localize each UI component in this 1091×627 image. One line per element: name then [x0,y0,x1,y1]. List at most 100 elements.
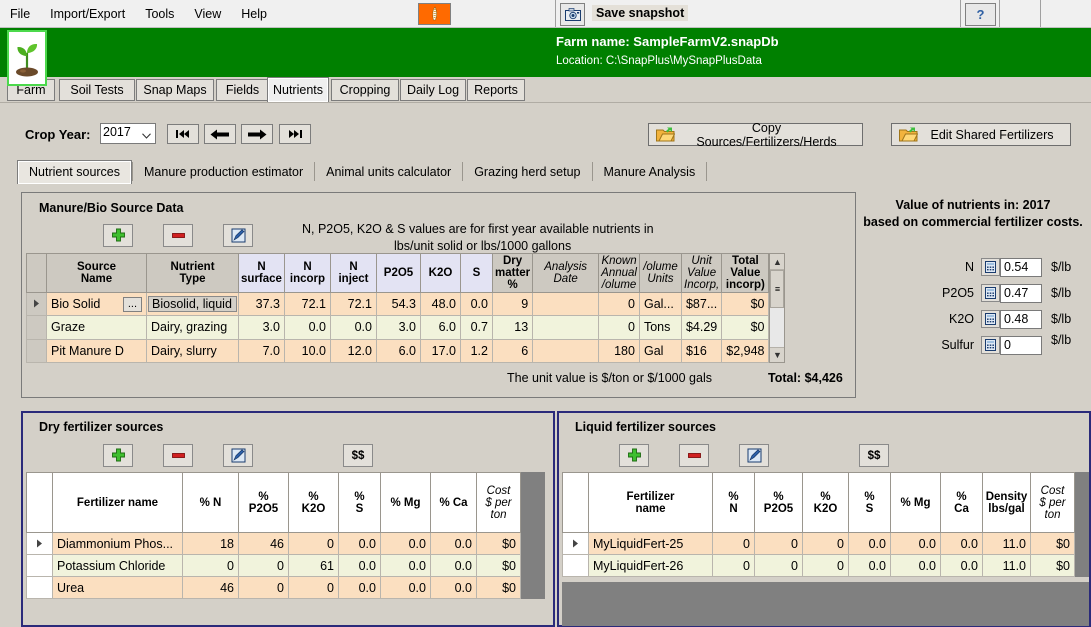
manure-col-nutrient-type[interactable]: Nutrient Type [146,253,239,293]
cell-mg[interactable]: 0.0 [890,532,941,555]
cell-fertilizer-name[interactable]: MyLiquidFert-25 [588,532,713,555]
cell-p2o5[interactable]: 54.3 [376,291,421,317]
cell-k2o[interactable]: 17.0 [420,338,461,364]
table-row[interactable]: MyLiquidFert-25 0 0 0 0.0 0.0 0.0 11.0 $… [562,532,1075,555]
row-selector[interactable] [26,576,53,599]
tab-cropping[interactable]: Cropping [331,79,399,101]
cell-k2o[interactable]: 6.0 [420,315,461,340]
calculator-icon-button[interactable] [981,284,1000,302]
cell-cost[interactable]: $0 [476,554,521,577]
cell-p2o5[interactable]: 0 [754,554,803,577]
cell-analysis-date[interactable] [532,315,600,340]
remove-manure-source-button[interactable] [163,224,193,247]
cell-nutrient-type[interactable]: Dairy, grazing [146,315,239,340]
row-selector[interactable] [26,554,53,577]
edit-shared-fertilizers-button[interactable]: Edit Shared Fertilizers [891,123,1071,146]
nitrogen-price-input[interactable]: 0.54 [1000,257,1042,277]
dry-fertilizer-cost-button[interactable]: $$ [343,444,373,467]
menu-item-import-export[interactable]: Import/Export [40,4,135,24]
remove-dry-fertilizer-button[interactable] [163,444,193,467]
cell-source-name[interactable]: Bio Solid ... [46,291,147,317]
cell-p2o5[interactable]: 3.0 [376,315,421,340]
cell-p2o5[interactable]: 46 [238,532,289,555]
cell-dry-matter[interactable]: 6 [491,338,534,364]
cell-analysis-date[interactable] [532,338,600,364]
cell-density[interactable]: 11.0 [982,532,1031,555]
dry-col-p2o5[interactable]: % P2O5 [238,472,289,533]
table-row[interactable]: Graze Dairy, grazing 3.0 0.0 0.0 3.0 6.0… [26,315,770,340]
cell-k2o[interactable]: 61 [288,554,339,577]
cell-n[interactable]: 46 [182,576,239,599]
edit-manure-source-button[interactable] [223,224,253,247]
last-record-button[interactable] [279,124,311,144]
cell-mg[interactable]: 0.0 [380,532,431,555]
manure-col-s[interactable]: S [460,253,493,293]
cell-cost[interactable]: $0 [1030,532,1075,555]
manure-col-n-surface[interactable]: Nsurface [238,253,285,293]
cell-dry-matter[interactable]: 13 [491,315,534,340]
tab-soil-tests[interactable]: Soil Tests [59,79,135,101]
liquid-col-fertilizer-name[interactable]: Fertilizer name [588,472,713,533]
tab-snap-maps[interactable]: Snap Maps [136,79,214,101]
cell-cost[interactable]: $0 [476,532,521,555]
k2o-price-input[interactable]: 0.48 [1000,309,1042,329]
help-button[interactable]: ? [965,3,996,26]
cell-density[interactable]: 11.0 [982,554,1031,577]
liquid-fertilizer-scroll-area[interactable] [1075,472,1089,577]
cell-n[interactable]: 18 [182,532,239,555]
cell-n-surface[interactable]: 3.0 [238,315,285,340]
sulfur-price-input[interactable]: 0 [1000,335,1042,355]
cell-unit-value[interactable]: $16 [680,338,723,364]
row-selector[interactable] [562,532,589,555]
dry-col-k2o[interactable]: % K2O [288,472,339,533]
calculator-icon-button[interactable] [981,258,1000,276]
cell-s[interactable]: 0.0 [848,532,891,555]
liquid-col-cost[interactable]: Cost $ per ton [1030,472,1075,533]
tab-nutrients[interactable]: Nutrients [267,77,329,103]
cell-p2o5[interactable]: 0 [754,532,803,555]
subtab-grazing-herd-setup[interactable]: Grazing herd setup [463,160,591,184]
cell-ca[interactable]: 0.0 [430,554,477,577]
cell-n[interactable]: 0 [712,554,755,577]
cell-volume-units[interactable]: Gal [638,338,682,364]
subtab-manure-analysis[interactable]: Manure Analysis [593,160,707,184]
cell-n-incorp[interactable]: 10.0 [284,338,331,364]
cell-fertilizer-name[interactable]: Potassium Chloride [52,554,183,577]
add-dry-fertilizer-button[interactable] [103,444,133,467]
cell-n[interactable]: 0 [712,532,755,555]
cell-n-incorp[interactable]: 72.1 [284,291,331,317]
scroll-down-icon[interactable]: ▼ [770,347,785,362]
cell-n-surface[interactable]: 7.0 [238,338,285,364]
cell-nutrient-type[interactable]: Dairy, slurry [146,338,239,364]
liquid-col-ca[interactable]: % Ca [940,472,983,533]
cell-s[interactable]: 0.0 [338,554,381,577]
copy-sources-button[interactable]: Copy Sources/Fertilizers/Herds [648,121,863,149]
row-selector[interactable] [26,338,47,364]
tab-reports[interactable]: Reports [467,79,525,101]
manure-col-source-name[interactable]: Source Name [46,253,147,293]
cell-k2o[interactable]: 0 [802,532,849,555]
cell-cost[interactable]: $0 [1030,554,1075,577]
cell-k2o[interactable]: 0 [288,532,339,555]
manure-col-volume-units[interactable]: /olume Units [638,253,682,293]
cell-ca[interactable]: 0.0 [940,532,983,555]
liquid-col-s[interactable]: % S [848,472,891,533]
subtab-manure-production-estimator[interactable]: Manure production estimator [133,160,314,184]
cell-total-value[interactable]: $2,948 [721,338,770,364]
table-row[interactable]: MyLiquidFert-26 0 0 0 0.0 0.0 0.0 11.0 $… [562,554,1075,577]
row-selector[interactable] [26,291,47,317]
cell-n[interactable]: 0 [182,554,239,577]
add-manure-source-button[interactable] [103,224,133,247]
cell-volume-units[interactable]: Tons [638,315,682,340]
dry-col-mg[interactable]: % Mg [380,472,431,533]
cell-source-name[interactable]: Pit Manure D [46,338,147,364]
cell-s[interactable]: 0.0 [848,554,891,577]
manure-col-known-annual-volume[interactable]: Known Annual/olume [598,253,640,293]
calculator-icon-button[interactable] [981,310,1000,328]
liquid-col-mg[interactable]: % Mg [890,472,941,533]
dry-col-cost[interactable]: Cost $ per ton [476,472,521,533]
tab-fields[interactable]: Fields [216,79,269,101]
cell-p2o5[interactable]: 0 [238,576,289,599]
cell-volume-units[interactable]: Gal... [638,291,682,317]
dry-col-fertilizer-name[interactable]: Fertilizer name [52,472,183,533]
